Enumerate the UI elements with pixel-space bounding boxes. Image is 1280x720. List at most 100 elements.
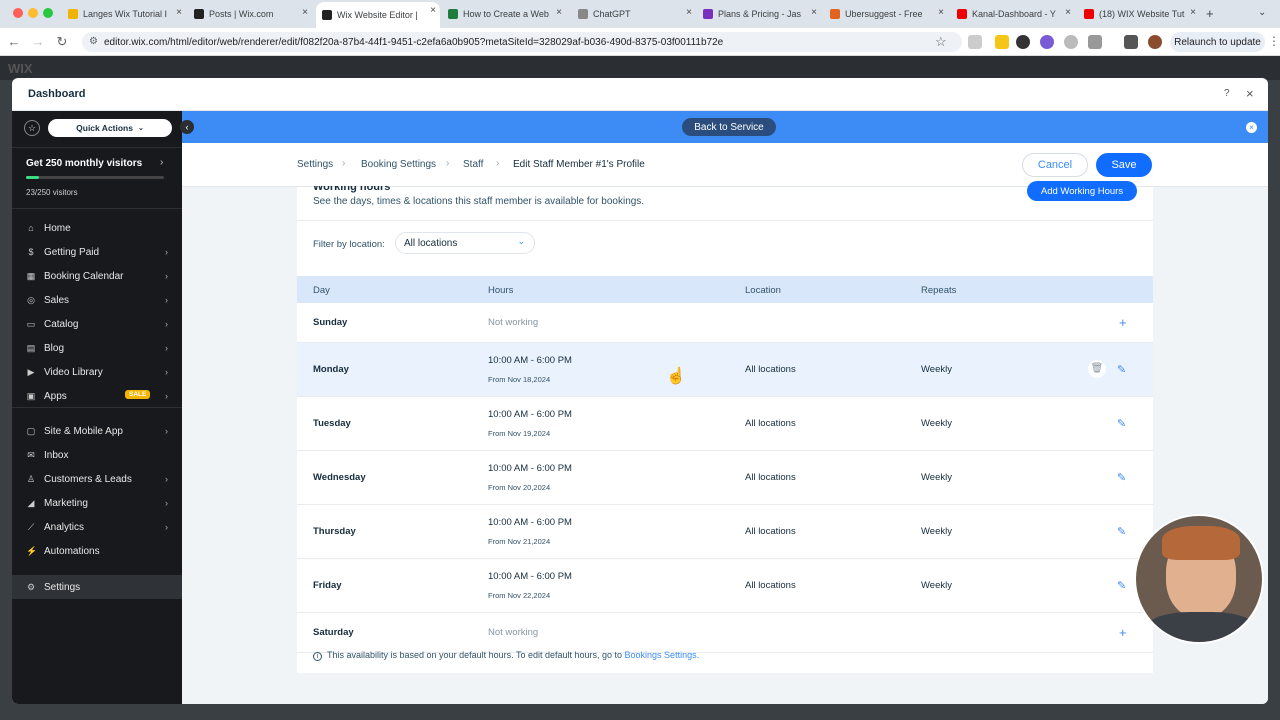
address-bar[interactable]: ⚙ editor.wix.com/html/editor/web/rendere…: [82, 32, 962, 52]
close-tab-icon[interactable]: ×: [1065, 7, 1071, 18]
sidebar-item-getting-paid[interactable]: $ Getting Paid ›: [12, 240, 182, 264]
edit-pencil-icon[interactable]: ✎: [1117, 363, 1126, 376]
reload-icon[interactable]: ↻: [54, 34, 70, 50]
sidebar-item-sales[interactable]: ◎ Sales ›: [12, 288, 182, 312]
browser-tab[interactable]: Ubersuggest - Free ×: [824, 4, 948, 24]
sidebar-item-apps[interactable]: ▣ Apps SALE ›: [12, 384, 182, 408]
sidebar-item-marketing[interactable]: ◢ Marketing ›: [12, 491, 182, 515]
table-row[interactable]: Sunday Not working +: [297, 303, 1153, 343]
edit-pencil-icon[interactable]: ✎: [1117, 579, 1126, 592]
add-working-hours-button[interactable]: Add Working Hours: [1027, 181, 1137, 201]
breadcrumb-booking-settings[interactable]: Booking Settings: [361, 159, 436, 170]
close-tab-icon[interactable]: ×: [1190, 7, 1196, 18]
add-hours-plus-icon[interactable]: +: [1119, 625, 1127, 640]
close-tab-icon[interactable]: ×: [302, 7, 308, 18]
browser-tab[interactable]: (18) WIX Website Tut ×: [1078, 4, 1200, 24]
repeats-cell: Weekly: [921, 526, 952, 537]
reading-list-icon[interactable]: [1124, 35, 1138, 49]
close-window-icon[interactable]: [13, 8, 23, 18]
sale-badge: SALE: [125, 390, 151, 399]
extensions-puzzle-icon[interactable]: [1088, 35, 1102, 49]
breadcrumb-staff[interactable]: Staff: [463, 159, 483, 170]
cancel-button[interactable]: Cancel: [1022, 153, 1088, 177]
table-row[interactable]: Thursday 10:00 AM - 6:00 PM From Nov 21,20…: [297, 505, 1153, 559]
delete-trash-icon[interactable]: 🗑: [1088, 360, 1106, 378]
site-icon: ▢: [26, 425, 36, 436]
help-icon[interactable]: ?: [1224, 88, 1230, 99]
sidebar-item-blog[interactable]: ▤ Blog ›: [12, 336, 182, 360]
from-date-cell: From Nov 18,2024: [488, 375, 551, 384]
sidebar-item-customers-leads[interactable]: ♙ Customers & Leads ›: [12, 467, 182, 491]
sidebar-item-label: Automations: [44, 545, 100, 557]
close-tab-icon[interactable]: ×: [176, 7, 182, 18]
sidebar-item-inbox[interactable]: ✉ Inbox: [12, 443, 182, 467]
relaunch-button[interactable]: Relaunch to update: [1170, 32, 1265, 52]
browser-tab[interactable]: ChatGPT ×: [572, 4, 696, 24]
close-tab-icon[interactable]: ×: [938, 7, 944, 18]
close-tab-icon[interactable]: ×: [430, 5, 436, 16]
edit-pencil-icon[interactable]: ✎: [1117, 417, 1126, 430]
extension-gear-icon[interactable]: [1040, 35, 1054, 49]
tab-search-icon[interactable]: ⌄: [1258, 7, 1266, 18]
browser-tab[interactable]: Plans & Pricing - Jas ×: [697, 4, 821, 24]
star-icon[interactable]: ☆: [24, 120, 40, 136]
close-banner-icon[interactable]: ×: [1246, 122, 1257, 133]
info-icon: i: [313, 652, 322, 661]
extension-screenshot-icon[interactable]: [968, 35, 982, 49]
maximize-window-icon[interactable]: [43, 8, 53, 18]
sidebar-item-site-mobile-app[interactable]: ▢ Site & Mobile App ›: [12, 419, 182, 443]
sidebar-item-label: Video Library: [44, 366, 103, 378]
sidebar-item-label: Sales: [44, 294, 70, 306]
chevron-right-icon: ›: [160, 157, 164, 168]
edit-pencil-icon[interactable]: ✎: [1117, 471, 1126, 484]
table-row[interactable]: Saturday Not working +: [297, 613, 1153, 653]
sidebar-item-video-library[interactable]: ▶ Video Library ›: [12, 360, 182, 384]
breadcrumb-settings[interactable]: Settings: [297, 159, 333, 170]
table-row[interactable]: Monday 10:00 AM - 6:00 PM From Nov 18,2024…: [297, 343, 1153, 397]
browser-tab[interactable]: Kanal-Dashboard - Y ×: [951, 4, 1075, 24]
hours-cell: 10:00 AM - 6:00 PM: [488, 409, 572, 420]
extension-seo-icon[interactable]: [1064, 35, 1078, 49]
edit-pencil-icon[interactable]: ✎: [1117, 525, 1126, 538]
browser-tab[interactable]: Posts | Wix.com ×: [188, 4, 312, 24]
sidebar-item-automations[interactable]: ⚡ Automations: [12, 539, 182, 563]
from-date-cell: From Nov 20,2024: [488, 483, 551, 492]
forward-arrow-icon[interactable]: →: [30, 34, 46, 49]
back-arrow-icon[interactable]: ←: [6, 34, 22, 49]
bookmark-star-icon[interactable]: ☆: [935, 34, 947, 50]
minimize-window-icon[interactable]: [28, 8, 38, 18]
browser-menu-icon[interactable]: ⋮: [1268, 34, 1280, 48]
browser-tab[interactable]: How to Create a Web ×: [442, 4, 566, 24]
chevron-right-icon: ›: [165, 271, 168, 281]
tab-title: Langes Wix Tutorial I: [83, 9, 168, 19]
quick-actions-button[interactable]: Quick Actions ⌄: [48, 119, 172, 137]
location-filter-select[interactable]: All locations ⌄: [395, 232, 535, 254]
close-tab-icon[interactable]: ×: [811, 7, 817, 18]
hours-cell: Not working: [488, 317, 539, 328]
add-hours-plus-icon[interactable]: +: [1119, 315, 1127, 330]
bookings-settings-link[interactable]: Bookings Settings.: [625, 650, 700, 660]
collapse-sidebar-icon[interactable]: ‹: [180, 120, 194, 134]
sidebar-item-booking-calendar[interactable]: ▦ Booking Calendar ›: [12, 264, 182, 288]
close-tab-icon[interactable]: ×: [686, 7, 692, 18]
sidebar-item-analytics[interactable]: ⟋ Analytics ›: [12, 515, 182, 539]
table-row[interactable]: Tuesday 10:00 AM - 6:00 PM From Nov 19,202…: [297, 397, 1153, 451]
new-tab-icon[interactable]: +: [1206, 6, 1214, 21]
close-tab-icon[interactable]: ×: [556, 7, 562, 18]
extension-dark-icon[interactable]: [1016, 35, 1030, 49]
day-cell: Saturday: [313, 627, 354, 638]
sidebar-item-catalog[interactable]: ▭ Catalog ›: [12, 312, 182, 336]
browser-tab[interactable]: Wix Website Editor | ×: [316, 2, 440, 28]
back-to-service-button[interactable]: Back to Service: [682, 118, 776, 136]
close-modal-icon[interactable]: ×: [1246, 86, 1254, 101]
sidebar-item-settings[interactable]: ⚙ Settings: [12, 575, 182, 599]
table-row[interactable]: Wednesday 10:00 AM - 6:00 PM From Nov 20,2…: [297, 451, 1153, 505]
extension-pen-icon[interactable]: [995, 35, 1009, 49]
profile-avatar[interactable]: [1148, 35, 1162, 49]
browser-tab[interactable]: Langes Wix Tutorial I ×: [62, 4, 186, 24]
table-row[interactable]: Friday 10:00 AM - 6:00 PM From Nov 22,2024…: [297, 559, 1153, 613]
visitors-promo[interactable]: Get 250 monthly visitors › 23/250 visito…: [12, 147, 182, 209]
save-button[interactable]: Save: [1096, 153, 1152, 177]
site-info-icon[interactable]: ⚙: [89, 36, 98, 47]
sidebar-item-home[interactable]: ⌂ Home: [12, 216, 182, 240]
